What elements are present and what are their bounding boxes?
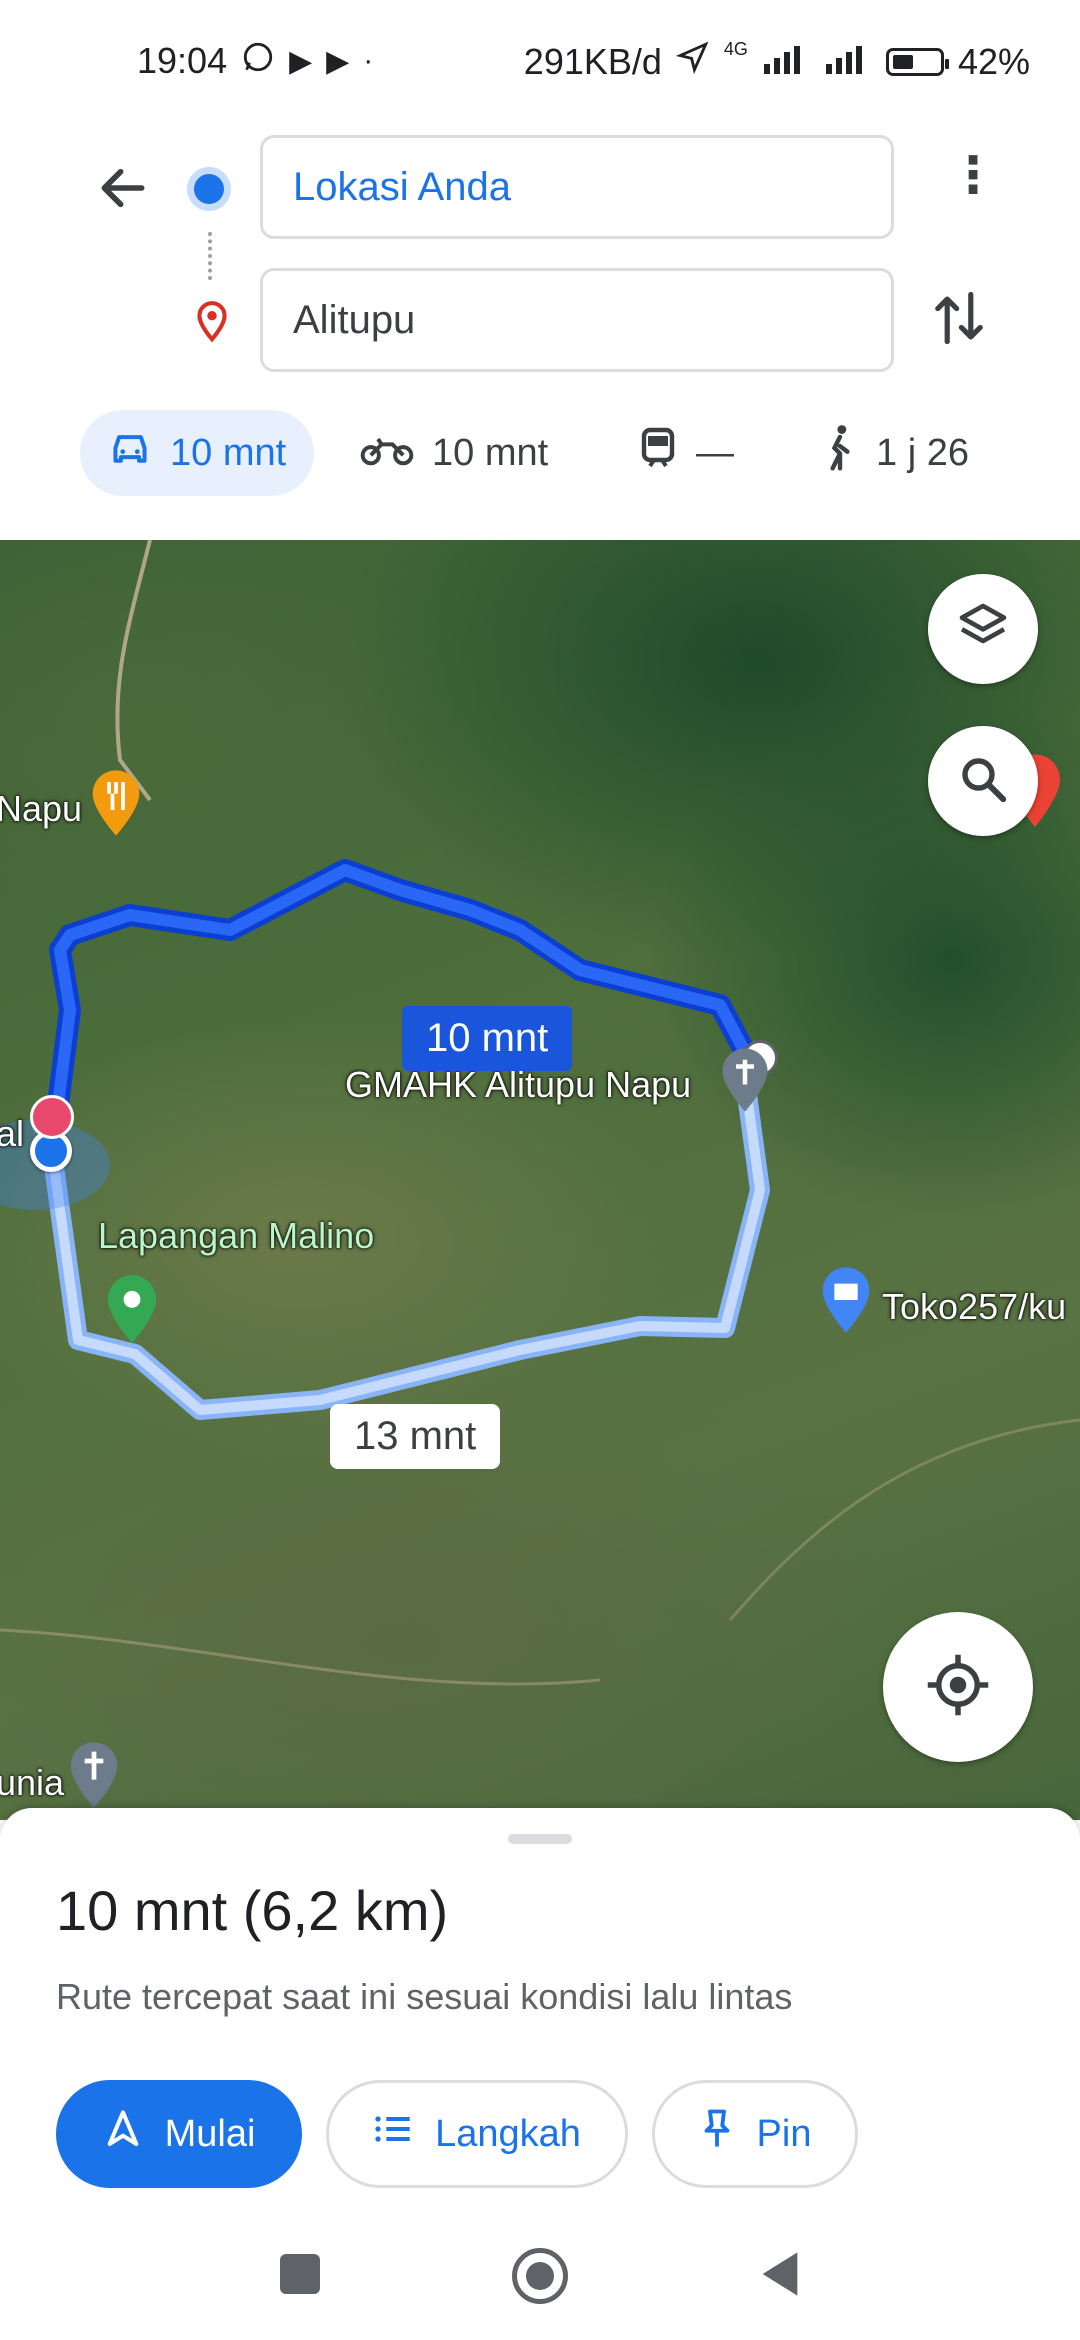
train-icon: [638, 426, 678, 480]
pin-label: Pin: [756, 2112, 812, 2155]
status-time: 19:04: [137, 40, 228, 81]
home-button[interactable]: [512, 2248, 568, 2304]
back-button[interactable]: [758, 2248, 802, 2305]
steps-button[interactable]: Langkah: [326, 2080, 628, 2188]
motorcycle-icon: [360, 428, 414, 478]
more-options-icon[interactable]: ⋮: [948, 150, 998, 200]
my-location-button[interactable]: [883, 1612, 1033, 1762]
layers-icon: [955, 599, 1011, 660]
play-icon: ▶: [289, 44, 313, 78]
battery-level: 42%: [957, 40, 1030, 82]
tab-motorcycle[interactable]: 10 mnt: [360, 410, 548, 496]
destination-pin-icon: [193, 300, 231, 349]
map-label-unia: unia: [0, 1762, 65, 1803]
walking-icon: [822, 424, 858, 482]
start-button[interactable]: Mulai: [56, 2080, 302, 2188]
crosshair-icon: [925, 1652, 991, 1723]
route-summary: 10 mnt (6,2 km): [56, 1879, 449, 1942]
destination-input[interactable]: Alitupu: [260, 268, 894, 372]
map-label-lapangan: Lapangan Malino: [98, 1215, 375, 1256]
travel-mode-tabs: 10 mnt 10 mnt — 1 j 26: [0, 410, 1080, 510]
satellite-map[interactable]: Napu GMAHK Alitupu Napu Lapangan Malino …: [0, 540, 1080, 1820]
tab-label: 1 j 26: [876, 431, 969, 474]
system-navigation-bar: [0, 2220, 1080, 2340]
battery-icon: [885, 47, 949, 76]
restaurant-marker-icon[interactable]: [88, 768, 144, 843]
swap-icon[interactable]: [930, 285, 988, 356]
list-icon: [373, 2112, 413, 2156]
route-subtitle: Rute tercepat saat ini sesuai kondisi la…: [56, 1976, 793, 2017]
tab-label: 10 mnt: [170, 431, 287, 474]
tab-label: 10 mnt: [432, 431, 549, 474]
dot-icon: ·: [363, 44, 374, 77]
origin-input[interactable]: Lokasi Anda: [260, 135, 894, 239]
car-icon: [108, 428, 152, 478]
tab-car[interactable]: 10 mnt: [80, 410, 315, 496]
location-arrow-icon: [675, 40, 710, 83]
route-time-alternate[interactable]: 13 mnt: [330, 1404, 501, 1469]
tab-label: —: [696, 431, 734, 474]
tab-transit[interactable]: —: [638, 410, 734, 496]
pin-button[interactable]: Pin: [652, 2080, 858, 2188]
network-type: 4G: [723, 39, 748, 59]
search-icon: [956, 752, 1010, 811]
whatsapp-icon: [241, 40, 275, 82]
signal-icon: [824, 41, 872, 83]
map-label-toko: Toko257/ku: [882, 1286, 1067, 1327]
map-label-al: al: [0, 1113, 25, 1154]
pin-icon: [699, 2108, 735, 2160]
signal-icon: [762, 41, 810, 83]
hotel-marker-icon[interactable]: [30, 1095, 74, 1139]
recents-button[interactable]: [280, 2254, 320, 2294]
store-marker-icon[interactable]: [818, 1265, 874, 1340]
origin-dot-icon: [194, 174, 224, 204]
tab-walk[interactable]: 1 j 26: [822, 410, 969, 496]
steps-label: Langkah: [435, 2112, 581, 2155]
route-time-primary[interactable]: 10 mnt: [402, 1006, 573, 1071]
church-marker-icon[interactable]: [66, 1740, 122, 1815]
navigation-arrow-icon: [103, 2109, 143, 2159]
park-marker-icon[interactable]: [103, 1272, 161, 1351]
layers-button[interactable]: [928, 574, 1038, 684]
route-connector: [208, 232, 216, 280]
play-icon: ▶: [326, 44, 350, 78]
status-bar: 19:04 ▶ ▶ · 291KB/d 4G 42%: [0, 0, 1080, 120]
search-button[interactable]: [928, 726, 1038, 836]
start-label: Mulai: [164, 2112, 256, 2155]
sheet-drag-handle[interactable]: [508, 1834, 572, 1844]
map-label-napu: Napu: [0, 788, 83, 829]
place-marker-icon[interactable]: [718, 1045, 772, 1120]
data-rate: 291KB/d: [523, 40, 662, 82]
back-arrow-icon[interactable]: [95, 160, 151, 229]
